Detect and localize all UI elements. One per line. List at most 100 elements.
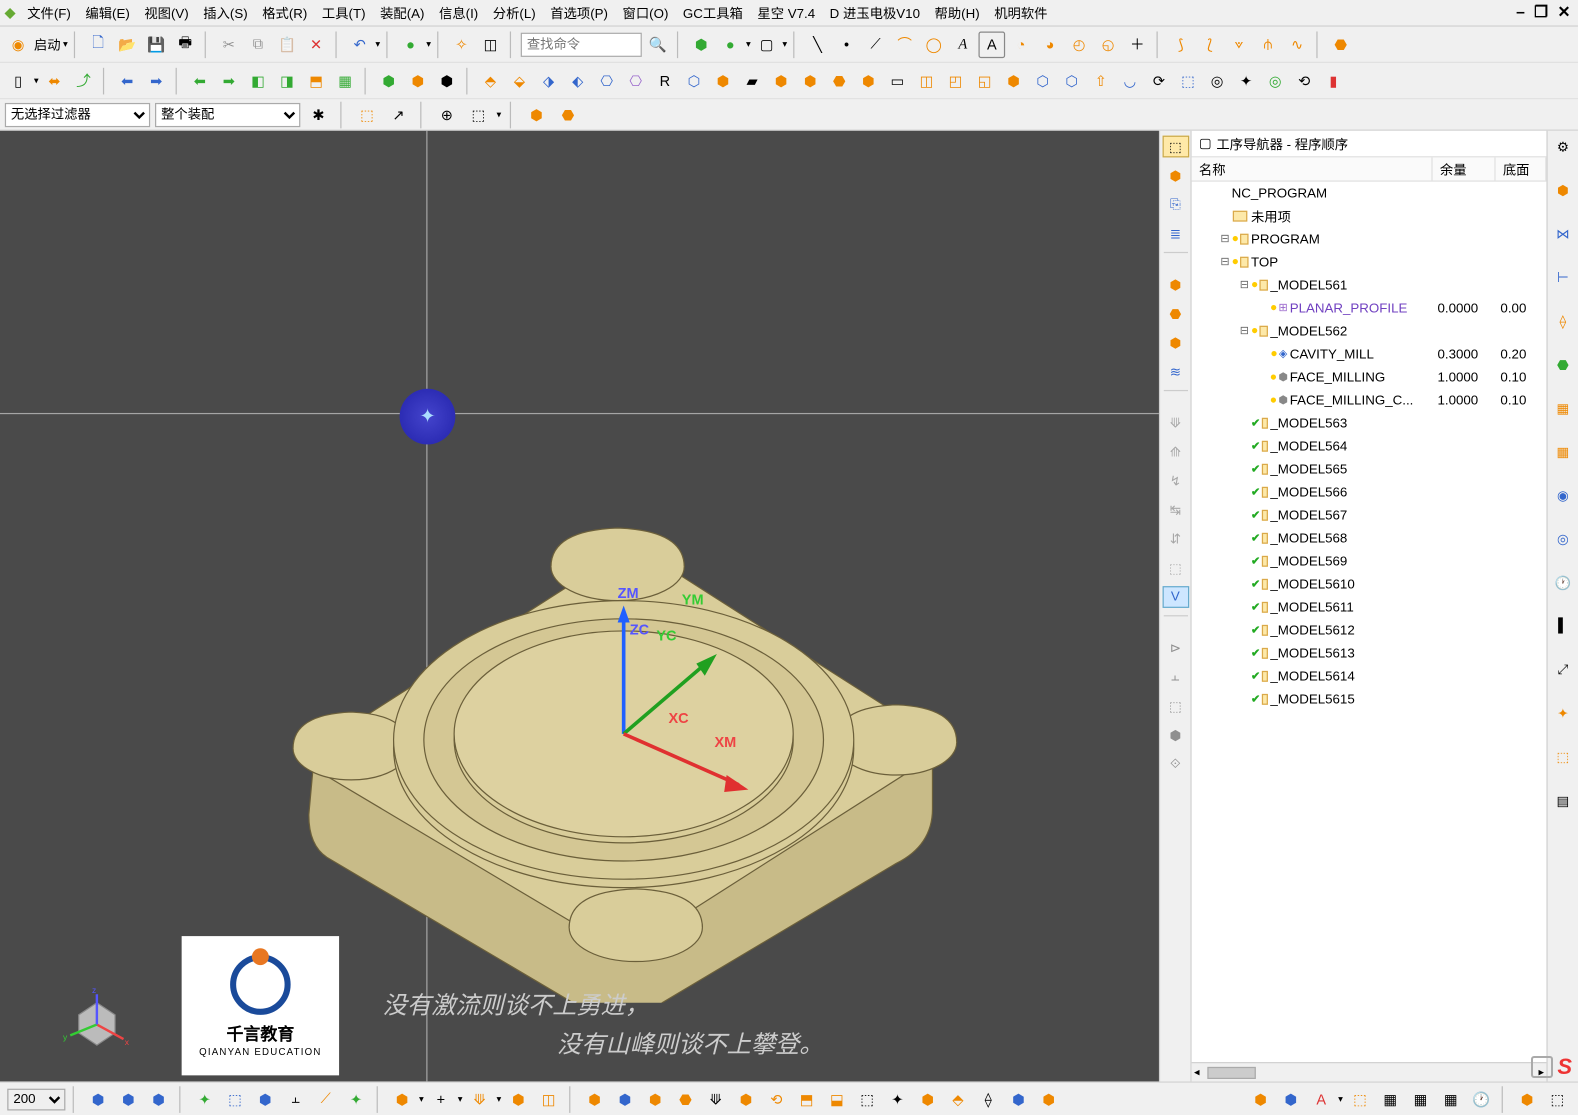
tree-row[interactable]: _MODEL564 [1192, 435, 1547, 458]
box-icon[interactable]: ▢ [753, 31, 780, 58]
vr-rainbow-icon[interactable]: ▌ [1549, 615, 1576, 637]
tree-row[interactable]: ⬢FACE_MILLING_C...1.00000.10 [1192, 389, 1547, 412]
r2-a1-icon[interactable]: ⬅ [114, 67, 141, 94]
bb-4-icon[interactable]: ✦ [191, 1086, 218, 1113]
tree-row[interactable]: _MODEL563 [1192, 412, 1547, 435]
shape2-icon[interactable]: ◕ [1037, 31, 1064, 58]
menu-装配(A)[interactable]: 装配(A) [373, 7, 432, 22]
vm-13-icon[interactable]: ⇵ [1162, 528, 1189, 550]
bb-27-icon[interactable]: ⬘ [945, 1086, 972, 1113]
r2-d16-icon[interactable]: ◫ [913, 67, 940, 94]
tree-row[interactable]: _MODEL569 [1192, 550, 1547, 573]
tree-row[interactable]: ⊟_MODEL562 [1192, 320, 1547, 343]
shape3-icon[interactable]: ◴ [1066, 31, 1093, 58]
vm-11-icon[interactable]: ↯ [1162, 470, 1189, 492]
t3-4-icon[interactable]: ⊕ [434, 101, 461, 128]
bb-5-icon[interactable]: ⬚ [222, 1086, 249, 1113]
tree-row[interactable]: _MODEL5613 [1192, 642, 1547, 665]
nav-tree[interactable]: NC_PROGRAM未用项⊟PROGRAM⊟TOP⊟_MODEL561⊞PLAN… [1192, 182, 1547, 1062]
nav-hscroll[interactable]: ◂▸ [1192, 1062, 1547, 1081]
r2-d10-icon[interactable]: ▰ [739, 67, 766, 94]
bb-r10-icon[interactable]: ⬚ [1544, 1086, 1571, 1113]
vr-8-icon[interactable]: ◉ [1549, 484, 1576, 506]
vm-4-icon[interactable]: ≣ [1162, 223, 1189, 245]
vm-12-icon[interactable]: ↹ [1162, 499, 1189, 521]
plus-icon[interactable]: ＋ [1124, 31, 1151, 58]
menu-GC工具箱[interactable]: GC工具箱 [676, 7, 750, 22]
r2-c3-icon[interactable]: ⬢ [434, 67, 461, 94]
r2-d28-icon[interactable]: ◎ [1262, 67, 1289, 94]
r2-d18-icon[interactable]: ◱ [971, 67, 998, 94]
print-icon[interactable]: 🖶 [172, 31, 199, 58]
bb-17-icon[interactable]: ⬢ [642, 1086, 669, 1113]
vm-14-icon[interactable]: ⬚ [1162, 557, 1189, 579]
menu-工具(T)[interactable]: 工具(T) [315, 7, 373, 22]
bb-3-icon[interactable]: ⬢ [145, 1086, 172, 1113]
vm-20-icon[interactable]: ⟐ [1162, 753, 1189, 775]
bb-25-icon[interactable]: ✦ [884, 1086, 911, 1113]
r2-d27-icon[interactable]: ✦ [1233, 67, 1260, 94]
c1-icon[interactable]: ⟆ [1167, 31, 1194, 58]
vr-11-icon[interactable]: ✦ [1549, 702, 1576, 724]
t3-6-icon[interactable]: ⬢ [523, 101, 550, 128]
start-icon[interactable]: ◉ [5, 31, 32, 58]
vr-5-icon[interactable]: ⬣ [1549, 354, 1576, 376]
vm-2-icon[interactable]: ⬢ [1162, 165, 1189, 187]
vr-clock-icon[interactable]: 🕐 [1549, 572, 1576, 594]
vm-8-icon[interactable]: ≋ [1162, 361, 1189, 383]
bb-r3-icon[interactable]: A [1308, 1086, 1335, 1113]
r2-d12-icon[interactable]: ⬢ [797, 67, 824, 94]
bb-7-icon[interactable]: ⫠ [282, 1086, 309, 1113]
tree-row[interactable]: ⬢FACE_MILLING1.00000.10 [1192, 366, 1547, 389]
r2-d7-icon[interactable]: R [652, 67, 679, 94]
vr-3-icon[interactable]: ⊢ [1549, 266, 1576, 288]
bb-r9-icon[interactable]: ⬢ [1514, 1086, 1541, 1113]
cube1-icon[interactable]: ⬢ [688, 31, 715, 58]
col-name[interactable]: 名称 [1192, 157, 1433, 180]
bb-2-icon[interactable]: ⬢ [115, 1086, 142, 1113]
open-icon[interactable]: 📂 [114, 31, 141, 58]
tree-row[interactable]: NC_PROGRAM [1192, 182, 1547, 205]
tree-row[interactable]: _MODEL565 [1192, 458, 1547, 481]
bb-16-icon[interactable]: ⬢ [612, 1086, 639, 1113]
r2-1-icon[interactable]: ▯ [5, 67, 32, 94]
bb-r4-icon[interactable]: ⬚ [1347, 1086, 1374, 1113]
clip-icon[interactable]: ◫ [477, 31, 504, 58]
r2-d19-icon[interactable]: ⬢ [1000, 67, 1027, 94]
vr-12-icon[interactable]: ⬚ [1549, 746, 1576, 768]
vm-5-icon[interactable]: ⬢ [1162, 274, 1189, 296]
menu-帮助(H)[interactable]: 帮助(H) [927, 7, 987, 22]
bb-r6-icon[interactable]: ▦ [1407, 1086, 1434, 1113]
bb-21-icon[interactable]: ⟲ [763, 1086, 790, 1113]
vr-6-icon[interactable]: ▦ [1549, 397, 1576, 419]
menu-格式(R)[interactable]: 格式(R) [255, 7, 315, 22]
tree-row[interactable]: _MODEL566 [1192, 481, 1547, 504]
bb-1-icon[interactable]: ⬢ [85, 1086, 112, 1113]
tree-row[interactable]: _MODEL567 [1192, 504, 1547, 527]
r2-a3-icon[interactable]: ⬅ [187, 67, 214, 94]
sphere2-icon[interactable]: ● [717, 31, 744, 58]
t3-2-icon[interactable]: ⬚ [354, 101, 381, 128]
c2-icon[interactable]: ⟅ [1197, 31, 1224, 58]
r2-d1-icon[interactable]: ⬘ [477, 67, 504, 94]
vr-10-icon[interactable]: ⤢ [1549, 659, 1576, 681]
r2-a4-icon[interactable]: ➡ [216, 67, 243, 94]
menu-D 进玉电极V10[interactable]: D 进玉电极V10 [822, 7, 927, 22]
r2-d20-icon[interactable]: ⬡ [1029, 67, 1056, 94]
selection-filter[interactable]: 无选择过滤器 [5, 102, 150, 126]
bb-24-icon[interactable]: ⬚ [854, 1086, 881, 1113]
pt-icon[interactable]: • [833, 31, 860, 58]
r2-d24-icon[interactable]: ⟳ [1146, 67, 1173, 94]
bb-8-icon[interactable]: ⟋ [312, 1086, 339, 1113]
bb-30-icon[interactable]: ⬢ [1035, 1086, 1062, 1113]
r2-d9-icon[interactable]: ⬢ [710, 67, 737, 94]
r2-d3-icon[interactable]: ⬗ [535, 67, 562, 94]
r2-d25-icon[interactable]: ⬚ [1175, 67, 1202, 94]
viewport-3d[interactable]: ✦ ZM [0, 131, 1159, 1082]
vr-2-icon[interactable]: ⋈ [1549, 223, 1576, 245]
bb-12-icon[interactable]: ⟱ [466, 1086, 493, 1113]
tree-row[interactable]: ◈CAVITY_MILL0.30000.20 [1192, 343, 1547, 366]
r2-d8-icon[interactable]: ⬡ [681, 67, 708, 94]
r2-d5-icon[interactable]: ⎔ [593, 67, 620, 94]
bb-26-icon[interactable]: ⬢ [914, 1086, 941, 1113]
